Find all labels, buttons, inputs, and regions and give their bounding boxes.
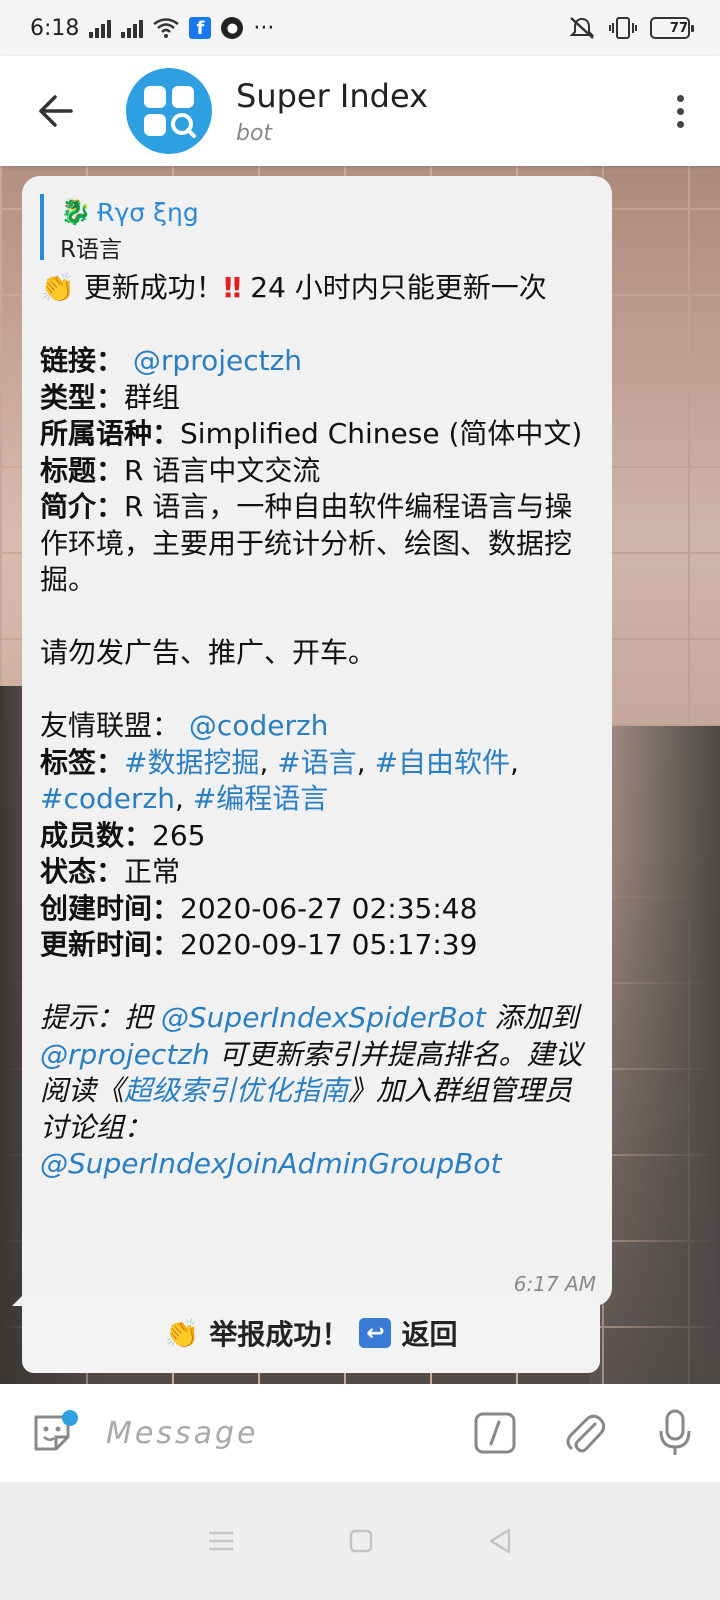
signal-icon-2 <box>121 18 144 38</box>
double-exclamation-icon: ‼ <box>223 271 242 304</box>
tag-link[interactable]: #数据挖掘 <box>124 746 259 779</box>
message-input[interactable]: Message <box>104 1416 450 1451</box>
mute-vibrate-icon <box>569 17 595 39</box>
return-icon: ↩ <box>359 1318 392 1348</box>
language-row: 所属语种：Simplified Chinese (简体中文) <box>40 417 583 450</box>
reply-preview[interactable]: 🐉 Ɍγσ ξηg R语言 <box>40 194 592 263</box>
intro-row: 简介：R 语言，一种自由软件编程语言与操作环境，主要用于统计分析、绘图、数据挖掘… <box>40 490 573 596</box>
notification-dot <box>62 1410 78 1426</box>
wifi-icon <box>153 18 180 38</box>
bot-command-button[interactable] <box>450 1384 540 1482</box>
home-icon[interactable] <box>348 1528 374 1554</box>
group-link-tip[interactable]: @rprojectzh <box>40 1038 210 1071</box>
reply-text: R语言 <box>60 237 122 263</box>
notice-row: 请勿发广告、推广、开车。 <box>40 636 377 669</box>
admin-bot-link[interactable]: @SuperIndexJoinAdminGroupBot <box>40 1147 501 1180</box>
sticker-button[interactable] <box>0 1384 104 1482</box>
recent-apps-icon[interactable] <box>207 1529 235 1553</box>
battery-icon: 77 <box>650 17 694 39</box>
group-link[interactable]: @rprojectzh <box>133 344 302 377</box>
spider-bot-link[interactable]: @SuperIndexSpiderBot <box>161 1001 486 1034</box>
tag-link[interactable]: #编程语言 <box>193 782 328 815</box>
message-bubble[interactable]: 🐉 Ɍγσ ξηg R语言 👏 更新成功！‼ 24 小时内只能更新一次 链接： … <box>22 176 612 1306</box>
tip-text: 提示：把 @SuperIndexSpiderBot 添加到 @rprojectz… <box>40 1001 583 1180</box>
tags-row: 标签：#数据挖掘, #语言, #自由软件, #coderzh, #编程语言 <box>40 745 519 816</box>
paperclip-icon <box>566 1414 605 1453</box>
clapping-hands-icon: 👏 <box>164 1316 200 1350</box>
state-row: 状态：正常 <box>40 855 181 888</box>
update-status-line: 👏 更新成功！‼ 24 小时内只能更新一次 <box>40 271 547 304</box>
tag-link[interactable]: #自由软件 <box>375 746 510 779</box>
back-button[interactable] <box>0 56 110 166</box>
system-nav-bar <box>0 1482 720 1600</box>
chat-header: Super Index bot <box>0 56 720 166</box>
microphone-icon <box>659 1409 691 1455</box>
slash-command-icon <box>474 1412 516 1454</box>
facebook-icon: f <box>189 17 212 39</box>
arrow-left-icon <box>39 95 73 127</box>
tag-link[interactable]: #coderzh <box>40 782 175 815</box>
attach-button[interactable] <box>540 1384 630 1482</box>
report-label: 举报成功！ <box>209 1318 350 1351</box>
clapping-hands-icon: 👏 <box>40 271 75 304</box>
more-menu-button[interactable] <box>640 56 720 166</box>
message-text: 👏 更新成功！‼ 24 小时内只能更新一次 链接： @rprojectzh 类型… <box>40 270 592 1183</box>
reddit-icon: ● <box>221 17 244 39</box>
tag-link[interactable]: #语言 <box>277 746 356 779</box>
link-row: 链接： @rprojectzh <box>40 344 303 377</box>
super-index-logo-icon <box>144 86 196 138</box>
friends-row: 友情联盟： @coderzh <box>40 709 329 742</box>
reply-author: Ɍγσ ξηg <box>97 197 199 227</box>
dot-icon <box>676 120 684 128</box>
message-input-bar: Message <box>0 1384 720 1482</box>
avatar[interactable] <box>126 68 212 154</box>
dot-icon <box>676 94 684 102</box>
updated-row: 更新时间：2020-09-17 05:17:39 <box>40 928 478 961</box>
battery-level: 77 <box>669 20 688 36</box>
more-notifications-icon: ··· <box>253 15 275 41</box>
guide-link[interactable]: 超级索引优化指南 <box>124 1074 348 1107</box>
members-row: 成员数：265 <box>40 818 206 852</box>
friend-link[interactable]: @coderzh <box>189 709 328 742</box>
back-label: 返回 <box>401 1318 458 1351</box>
type-row: 类型：群组 <box>40 380 181 414</box>
status-time: 6:18 <box>30 15 80 41</box>
signal-icon <box>89 18 112 38</box>
dot-icon <box>676 107 684 115</box>
voice-message-button[interactable] <box>630 1384 720 1482</box>
vibrate-icon <box>609 17 637 39</box>
report-back-button[interactable]: 👏 举报成功！ ↩ 返回 <box>22 1293 600 1373</box>
status-bar: 6:18 f ● ··· 77 <box>0 0 720 56</box>
dragon-emoji-icon: 🐉 <box>60 197 92 226</box>
chat-title: Super Index <box>236 76 429 115</box>
back-nav-icon[interactable] <box>487 1527 513 1555</box>
chat-subtitle: bot <box>236 120 273 146</box>
title-row: 标题：R 语言中文交流 <box>40 453 321 487</box>
created-row: 创建时间：2020-06-27 02:35:48 <box>40 891 478 925</box>
